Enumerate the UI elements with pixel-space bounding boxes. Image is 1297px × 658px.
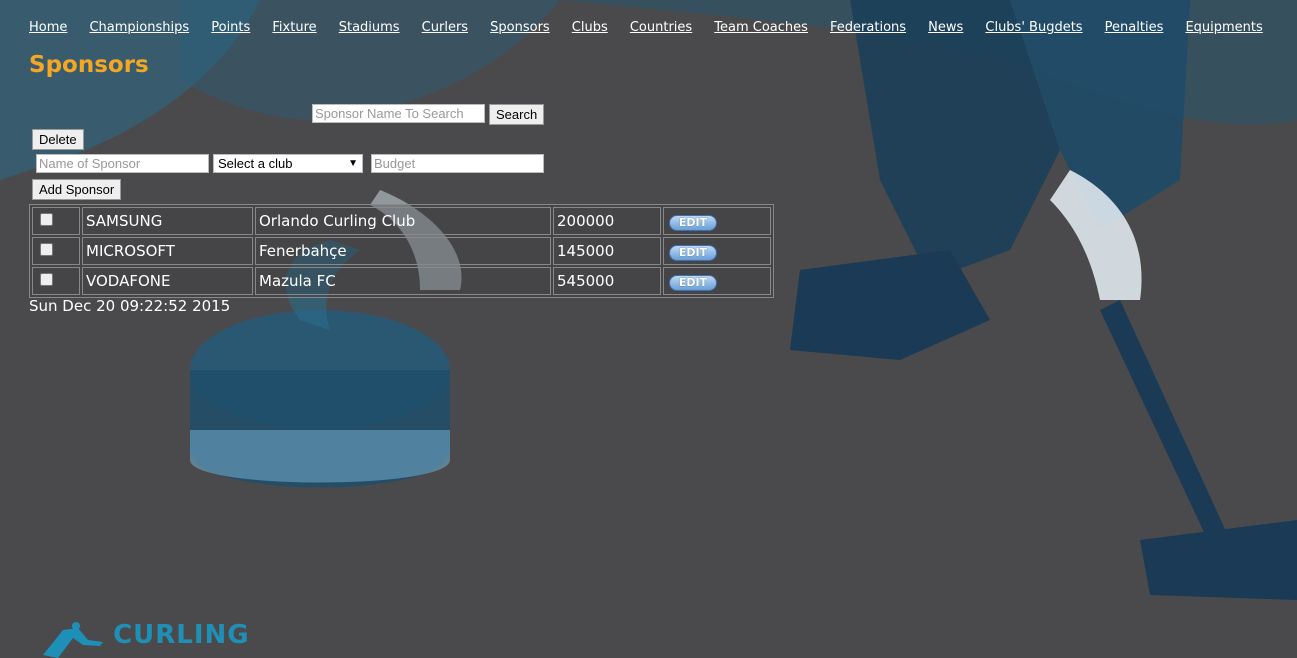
nav-championships[interactable]: Championships [89, 20, 189, 35]
sponsor-budget-cell: 545000 [553, 267, 661, 295]
sponsor-club-cell: Orlando Curling Club [255, 207, 551, 235]
nav-penalties[interactable]: Penalties [1105, 20, 1164, 35]
sponsors-table: SAMSUNG Orlando Curling Club 200000 EDIT… [29, 204, 774, 298]
club-select[interactable]: Select a club ▼ [213, 154, 363, 173]
row-select-cell [32, 237, 80, 265]
nav-news[interactable]: News [928, 20, 963, 35]
search-button[interactable]: Search [489, 104, 545, 125]
nav-sponsors[interactable]: Sponsors [490, 20, 550, 35]
add-sponsor-button[interactable]: Add Sponsor [32, 179, 122, 200]
edit-button[interactable]: EDIT [669, 214, 717, 231]
sponsor-club-cell: Mazula FC [255, 267, 551, 295]
row-select-cell [32, 207, 80, 235]
table-row: MICROSOFT Fenerbahçe 145000 EDIT [32, 237, 771, 265]
dropdown-arrow-icon: ▼ [348, 158, 358, 169]
curling-logo: CURLING [38, 620, 250, 658]
edit-cell: EDIT [663, 267, 771, 295]
nav-federations[interactable]: Federations [830, 20, 906, 35]
delete-button[interactable]: Delete [32, 129, 84, 150]
row-checkbox[interactable] [40, 213, 53, 226]
curler-logo-icon [43, 622, 103, 658]
table-row: VODAFONE Mazula FC 545000 EDIT [32, 267, 771, 295]
club-select-value: Select a club [218, 156, 293, 171]
row-checkbox[interactable] [40, 273, 53, 286]
row-select-cell [32, 267, 80, 295]
sponsor-budget-cell: 200000 [553, 207, 661, 235]
row-checkbox[interactable] [40, 243, 53, 256]
nav-clubs[interactable]: Clubs [572, 20, 608, 35]
nav-countries[interactable]: Countries [630, 20, 692, 35]
budget-input[interactable] [371, 154, 544, 173]
sponsor-budget-cell: 145000 [553, 237, 661, 265]
logo-text: CURLING [113, 620, 250, 650]
edit-cell: EDIT [663, 207, 771, 235]
nav-curlers[interactable]: Curlers [422, 20, 468, 35]
page-title: Sponsors [29, 52, 149, 78]
nav-stadiums[interactable]: Stadiums [339, 20, 400, 35]
sponsor-name-cell: SAMSUNG [82, 207, 253, 235]
main-nav: Home Championships Points Fixture Stadiu… [29, 16, 1280, 35]
edit-button[interactable]: EDIT [669, 274, 717, 291]
add-sponsor-form: Select a club ▼ [36, 154, 544, 173]
sponsor-club-cell: Fenerbahçe [255, 237, 551, 265]
table-row: SAMSUNG Orlando Curling Club 200000 EDIT [32, 207, 771, 235]
nav-team-coaches[interactable]: Team Coaches [714, 20, 808, 35]
sponsor-name-input[interactable] [36, 154, 209, 173]
background-illustration [0, 0, 1297, 600]
nav-clubs-budgets[interactable]: Clubs' Bugdets [985, 20, 1082, 35]
edit-button[interactable]: EDIT [669, 244, 717, 261]
sponsor-name-cell: MICROSOFT [82, 237, 253, 265]
search-input[interactable] [312, 104, 485, 123]
search-bar: Search [312, 104, 545, 125]
nav-fixture[interactable]: Fixture [272, 20, 316, 35]
nav-equipments[interactable]: Equipments [1185, 20, 1262, 35]
sponsor-name-cell: VODAFONE [82, 267, 253, 295]
nav-points[interactable]: Points [211, 20, 250, 35]
nav-home[interactable]: Home [29, 20, 67, 35]
edit-cell: EDIT [663, 237, 771, 265]
current-date: Sun Dec 20 09:22:52 2015 [29, 297, 231, 315]
